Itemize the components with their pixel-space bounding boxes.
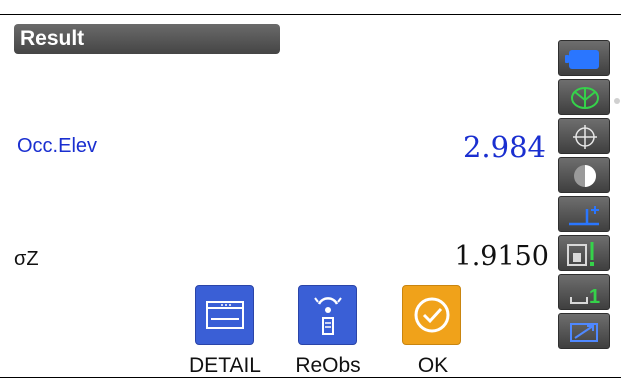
status-indicator-dot <box>614 98 620 104</box>
tilt-level-icon[interactable] <box>558 235 610 271</box>
reobs-label: ReObs <box>295 354 361 377</box>
ok-label: OK <box>417 354 449 377</box>
top-divider <box>0 14 621 15</box>
occ-elev-value: 2.984 <box>462 130 546 164</box>
sigma-z-label: σZ <box>14 248 39 270</box>
laser-half-circle-icon[interactable] <box>558 157 610 193</box>
detail-button[interactable] <box>195 285 254 345</box>
occ-elev-label: Occ.Elev <box>17 135 98 157</box>
svg-text:1: 1 <box>589 286 600 308</box>
detail-label: DETAIL <box>189 354 261 377</box>
prism-constant-plus-icon[interactable] <box>558 196 610 232</box>
target-prism-icon[interactable] <box>558 79 610 115</box>
input-mode-1-icon[interactable]: 1 <box>558 274 610 310</box>
page-title: Result <box>14 24 280 54</box>
crosshair-icon[interactable] <box>558 118 610 154</box>
reobs-button[interactable] <box>298 285 357 345</box>
sigma-z-value: 1.9150 <box>454 241 549 272</box>
status-icon-column: 1 <box>558 40 621 358</box>
battery-icon[interactable] <box>558 40 610 76</box>
ok-button[interactable] <box>402 285 461 345</box>
bluetooth-link-icon[interactable] <box>558 313 610 349</box>
result-screen: Result Occ.Elev 2.984 σZ 1.9150 1 DETAIL… <box>0 0 621 378</box>
